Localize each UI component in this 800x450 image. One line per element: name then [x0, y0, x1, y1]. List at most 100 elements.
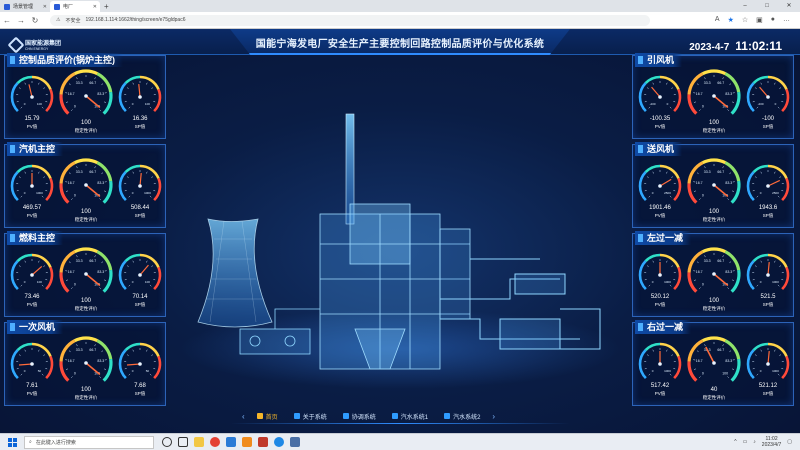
cortana-icon[interactable]	[162, 437, 172, 447]
gauge-tick	[45, 190, 48, 192]
app-icon[interactable]	[258, 437, 268, 447]
nav-item-steam-water-2[interactable]: 汽水系统2	[436, 409, 488, 423]
gauge-arc-segment	[673, 266, 682, 291]
gauge-label: 稳定性评价	[702, 128, 726, 133]
gauge-scale-label: 83.3	[97, 359, 104, 363]
minimize-button[interactable]: –	[734, 0, 756, 12]
close-tab-icon[interactable]: ✕	[93, 4, 97, 10]
gauge-hub	[30, 184, 34, 188]
gauge-scale-label: 66.7	[89, 170, 96, 174]
maximize-button[interactable]: □	[756, 0, 778, 12]
gauge-hub	[712, 272, 716, 276]
gauge-tick	[128, 195, 131, 198]
gauge-tick	[722, 166, 724, 169]
gauge-tick	[666, 171, 668, 174]
panel-left-desuperheater[interactable]: 左过一减 0 1000 520.12 PV值 0 100 16.7 33.3 66.7 83.3 1…	[632, 231, 794, 317]
gauge-arc-segment	[638, 260, 647, 291]
panel-turbine-master[interactable]: 汽机主控 0 1000 469.57 PV值 0 100 16.7 33.3 66.7 83.3 1…	[4, 142, 166, 228]
gauge-arc-segment	[16, 164, 33, 174]
reload-icon[interactable]: ↻	[28, 16, 42, 25]
favorite-star-icon[interactable]: ★	[728, 16, 734, 24]
gauge-arc-segment	[139, 342, 160, 357]
gauge-tick	[20, 284, 23, 287]
nav-item-steam-water-1[interactable]: 汽水系统1	[384, 409, 436, 423]
task-view-icon[interactable]	[178, 437, 188, 447]
edge-icon[interactable]	[274, 437, 284, 447]
gauge-tick	[671, 354, 674, 356]
gauge-scale-label: 16.7	[696, 92, 703, 96]
security-warning-icon[interactable]: ⚠	[56, 17, 60, 23]
taskbar-search[interactable]: ⌕ 在此键入进行搜索	[24, 435, 154, 449]
gauge-value: 1943.6	[758, 205, 778, 211]
gauge-tick	[729, 261, 732, 264]
gauge-hub	[84, 183, 88, 187]
gauge-hub	[138, 95, 142, 99]
gauge-scale-label: 66.7	[717, 81, 724, 85]
gauge-tick	[94, 255, 96, 258]
nav-divider	[230, 423, 570, 424]
back-icon[interactable]: ←	[0, 16, 14, 25]
gauge-tick	[693, 101, 697, 103]
nav-item-about[interactable]: 关于系统	[286, 409, 335, 423]
panel-title: 汽机主控	[7, 142, 64, 156]
app-icon[interactable]	[226, 437, 236, 447]
sp-gauge: 0 100 16.36 SP值	[117, 74, 163, 146]
panel-primary-fan[interactable]: 一次风机 0 50 7.61 PV值 0 100 16.7 33.3 66.7 83.3 100 稳定…	[4, 320, 166, 406]
gauge-tick	[756, 106, 759, 109]
gauge-arc-segment	[59, 361, 70, 382]
panel-right-desuperheater[interactable]: 右过一减 01000517.42PV值010016.733.366.783.34…	[632, 320, 794, 406]
cooling-tower[interactable]	[197, 218, 273, 328]
logo-cn: 国家能源集团	[25, 41, 62, 47]
panel-forced-fan[interactable]: 送风机 0 2500 1901.46 PV值 0 100 16.7 33.3 66.7 83.3 1…	[632, 142, 794, 228]
power-plant-3d-model[interactable]	[180, 79, 620, 409]
gauge-tick	[24, 349, 26, 352]
nav-label: 协调系统	[351, 414, 376, 421]
start-button[interactable]	[0, 437, 24, 447]
file-explorer-icon[interactable]	[194, 437, 204, 447]
stability-gauge-dial: 010016.733.366.783.3	[59, 69, 113, 115]
url-field[interactable]: ⚠ 不安全 192.168.1.114:1662/thing/screen/e7…	[50, 14, 650, 26]
gauge-arc-segment	[139, 253, 160, 268]
panel-fuel-master[interactable]: 燃料主控 0 100 73.46 PV值 0 100 16.7 33.3 66.7 83.3 100…	[4, 231, 166, 317]
gauge-tick	[18, 87, 21, 89]
nav-item-home[interactable]: 首页	[249, 409, 286, 423]
gauge-min-label: 0	[132, 102, 134, 106]
nav-prev-button[interactable]: ‹	[238, 412, 249, 421]
gauge-arc-segment	[10, 260, 19, 291]
gauge-arc-segment	[124, 75, 141, 85]
new-tab-button[interactable]: +	[104, 1, 109, 12]
panel-induced-fan[interactable]: 引风机 -200 0 -100.35 PV值 0 100 16.7 33.3 66.7 83.3 1…	[632, 53, 794, 139]
volume-icon[interactable]: ♪	[753, 439, 756, 445]
notification-icon[interactable]: ▢	[787, 439, 792, 445]
gauge-tick	[729, 172, 732, 175]
nav-item-coordination[interactable]: 协调系统	[335, 409, 384, 423]
read-aloud-icon[interactable]: A	[715, 16, 720, 24]
gauge-tick	[65, 190, 69, 192]
gauge-needle	[759, 86, 769, 98]
photos-icon[interactable]	[290, 437, 300, 447]
gauge-label: SP值	[134, 302, 146, 307]
gauge-tick	[20, 373, 23, 376]
gauge-tick	[779, 354, 782, 356]
gauge-needle	[31, 265, 43, 276]
tab-power-plant[interactable]: 电厂 ✕	[50, 1, 100, 12]
close-tab-icon[interactable]: ✕	[43, 4, 47, 10]
close-window-button[interactable]: ✕	[778, 0, 800, 12]
tab-scene-manage[interactable]: 场景管理 ✕	[0, 1, 50, 12]
app-icon[interactable]	[242, 437, 252, 447]
gauge-tick	[16, 368, 19, 370]
forward-icon[interactable]: →	[14, 16, 28, 25]
more-menu-icon[interactable]: …	[783, 16, 790, 24]
profile-icon[interactable]: ●	[771, 16, 775, 24]
taskbar-clock[interactable]: 11:02 2023/4/7	[762, 436, 781, 448]
chrome-icon[interactable]	[210, 437, 220, 447]
gauge-tick	[673, 190, 676, 192]
browser-tab-bar: 场景管理 ✕ 电厂 ✕ + – □ ✕	[0, 0, 800, 12]
tray-chevron-icon[interactable]: ^	[734, 439, 736, 445]
favorites-icon[interactable]: ☆	[742, 16, 748, 24]
nav-next-button[interactable]: ›	[488, 412, 499, 421]
collections-icon[interactable]: ▣	[756, 16, 763, 24]
panel-boiler-master[interactable]: 控制品质评价(锅炉主控) 0 100 15.79 PV值 0 100 16.7 33.3 66.…	[4, 53, 166, 139]
nav-label: 汽水系统2	[453, 414, 481, 421]
network-icon[interactable]: ▭	[743, 439, 748, 445]
